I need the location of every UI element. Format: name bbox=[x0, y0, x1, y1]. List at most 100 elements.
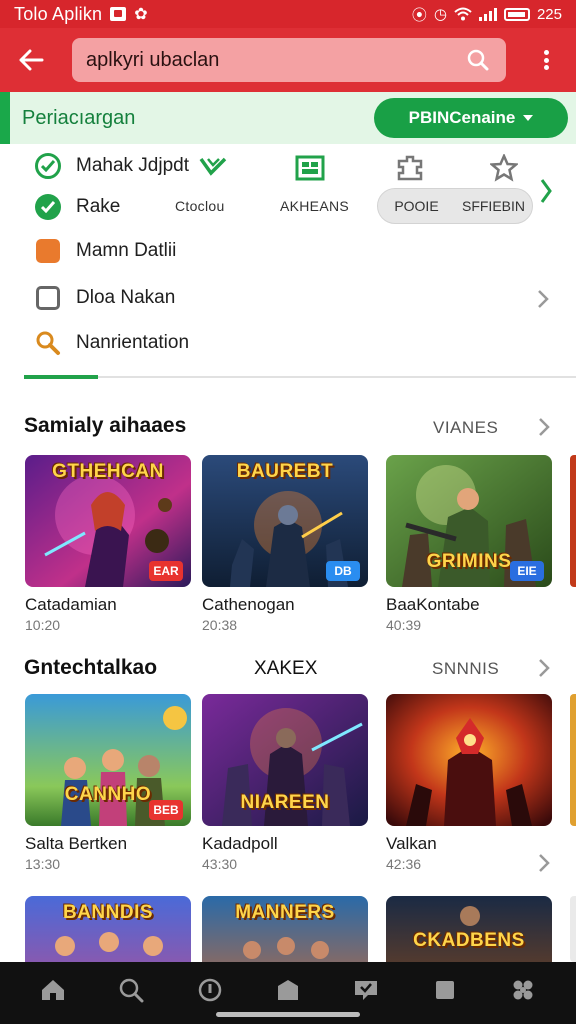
puzzle-icon[interactable] bbox=[390, 152, 430, 184]
magnifier-icon bbox=[34, 329, 62, 357]
home-indicator[interactable] bbox=[216, 1012, 360, 1017]
game-card[interactable]: CANNHO BEB Salta Bertken 13:30 bbox=[25, 694, 191, 872]
nav-grid[interactable] bbox=[425, 970, 465, 1010]
game-thumbnail[interactable]: GTHEHCAN EAR bbox=[25, 455, 191, 587]
chevron-right-icon[interactable] bbox=[536, 176, 556, 206]
option-row[interactable]: Mamn Datlii bbox=[34, 235, 176, 267]
home-icon bbox=[42, 980, 65, 1000]
search-button[interactable] bbox=[464, 46, 492, 74]
thumbnail-title: MANNERS bbox=[235, 902, 335, 923]
game-time: 13:30 bbox=[25, 856, 61, 872]
section-title: Gntechtalkao bbox=[24, 656, 158, 679]
app-screen: { "status_bar": { "app_name": "Tolo Apli… bbox=[0, 0, 576, 1024]
option-row[interactable]: Mahak Jdjpdt bbox=[34, 150, 227, 182]
filter-title: Periacıargan bbox=[22, 106, 136, 129]
active-tab-indicator bbox=[24, 375, 98, 379]
status-time: 225 bbox=[536, 5, 562, 23]
chevron-right-icon[interactable] bbox=[536, 416, 552, 438]
filter-button-label: PBINCenaine bbox=[408, 108, 516, 127]
game-name: Salta Bertken bbox=[25, 834, 128, 853]
game-thumbnail[interactable]: GRIMINS EIE bbox=[386, 455, 552, 587]
notification-icon bbox=[110, 7, 127, 21]
chip[interactable]: SFFIEBIN bbox=[455, 198, 532, 214]
game-time: 42:36 bbox=[386, 856, 422, 872]
chip[interactable]: POOIE bbox=[378, 198, 455, 214]
filter-dropdown-button[interactable]: PBINCenaine bbox=[374, 98, 568, 138]
game-card[interactable]: BAUREBT DB Cathenogan 20:38 bbox=[202, 455, 368, 633]
thumbnail-title: GTHEHCAN bbox=[52, 461, 164, 482]
nav-library[interactable] bbox=[268, 970, 308, 1010]
search-icon bbox=[120, 978, 144, 1003]
clock-icon: ◷ bbox=[433, 6, 447, 23]
option-label: Mahak Jdjpdt bbox=[76, 155, 190, 176]
next-card-peek[interactable] bbox=[570, 694, 576, 826]
thumbnail-badge: DB bbox=[326, 561, 360, 581]
game-card[interactable]: NIAREEN Kadadpoll 43:30 bbox=[202, 694, 368, 872]
option-row[interactable]: Dloa Nakan bbox=[34, 282, 175, 314]
game-time: 20:38 bbox=[202, 617, 238, 633]
overflow-menu-button[interactable] bbox=[538, 46, 554, 74]
chevron-right-icon[interactable] bbox=[534, 288, 552, 310]
category-label[interactable]: AKHEANS bbox=[280, 198, 349, 214]
thumbnail-title: BANNDIS bbox=[62, 902, 154, 923]
wifi-icon bbox=[454, 7, 472, 21]
section-see-all-link[interactable]: SNNNIS bbox=[432, 659, 499, 679]
chat-icon bbox=[355, 981, 378, 1000]
arrow-left-icon bbox=[19, 49, 44, 71]
game-card[interactable]: GRIMINS EIE BaaKontabe 40:39 bbox=[386, 455, 552, 633]
signal-icon bbox=[478, 7, 497, 21]
app-bar: aplkyri ubaclan bbox=[0, 28, 576, 92]
back-button[interactable] bbox=[0, 28, 62, 92]
chevron-check-icon bbox=[199, 157, 227, 176]
option-label: Nanrientation bbox=[76, 332, 190, 353]
thumbnail-title: BAUREBT bbox=[236, 461, 334, 482]
game-thumbnail[interactable]: BAUREBT DB bbox=[202, 455, 368, 587]
game-name: Valkan bbox=[386, 834, 437, 853]
check-circle-icon bbox=[34, 193, 62, 221]
nav-apps[interactable] bbox=[503, 970, 543, 1010]
thumbnail-badge: EIE bbox=[510, 561, 544, 581]
game-thumbnail[interactable]: NIAREEN bbox=[202, 694, 368, 826]
game-thumbnail[interactable]: CANNHO BEB bbox=[25, 694, 191, 826]
search-icon bbox=[467, 49, 489, 71]
thumbnail-title: CKADBENS bbox=[413, 930, 525, 951]
star-icon[interactable] bbox=[484, 152, 524, 184]
info-icon bbox=[198, 978, 221, 1002]
game-thumbnail[interactable] bbox=[386, 694, 552, 826]
library-icon bbox=[277, 980, 298, 1000]
chevron-right-icon[interactable] bbox=[536, 657, 552, 679]
check-ring-icon bbox=[34, 152, 62, 180]
search-input[interactable]: aplkyri ubaclan bbox=[72, 38, 506, 82]
search-value[interactable]: aplkyri ubaclan bbox=[86, 49, 464, 72]
next-card-peek[interactable] bbox=[570, 455, 576, 587]
outline-square-icon bbox=[34, 284, 62, 312]
alarm-icon: ⦿ bbox=[411, 6, 427, 24]
thumbnail-title: NIAREEN bbox=[240, 792, 330, 813]
option-label: Dloa Nakan bbox=[76, 287, 176, 308]
next-card-peek[interactable] bbox=[570, 896, 576, 962]
status-bar: Tolo Aplikn ✿ ⦿ ◷ 225 bbox=[0, 0, 576, 28]
game-name: Kadadpoll bbox=[202, 834, 278, 853]
nav-home[interactable] bbox=[33, 970, 73, 1010]
section-see-all-link[interactable]: VIANES bbox=[433, 418, 498, 438]
option-row[interactable]: Nanrientation bbox=[34, 327, 189, 359]
grid-icon[interactable] bbox=[290, 152, 330, 184]
section-title: Samialy aihaaes bbox=[24, 414, 187, 437]
nav-search[interactable] bbox=[111, 970, 151, 1010]
grid-icon bbox=[435, 981, 454, 999]
section-middle-label: XAKEX bbox=[254, 658, 318, 679]
game-time: 43:30 bbox=[202, 856, 238, 872]
game-name: BaaKontabe bbox=[386, 595, 480, 614]
chevron-right-icon[interactable] bbox=[536, 852, 552, 874]
game-card[interactable]: GTHEHCAN EAR Catadamian 10:20 bbox=[25, 455, 191, 633]
category-label[interactable]: Ctoclou bbox=[175, 198, 225, 214]
option-row[interactable]: Rake bbox=[34, 191, 120, 223]
game-name: Catadamian bbox=[25, 595, 117, 614]
game-card[interactable]: Valkan 42:36 bbox=[386, 694, 552, 872]
apps-icon bbox=[513, 980, 533, 1000]
nav-chat[interactable] bbox=[346, 970, 386, 1010]
orange-square-icon bbox=[34, 237, 62, 265]
status-app-name: Tolo Aplikn bbox=[14, 3, 103, 24]
battery-icon bbox=[503, 7, 530, 21]
nav-info[interactable] bbox=[190, 970, 230, 1010]
